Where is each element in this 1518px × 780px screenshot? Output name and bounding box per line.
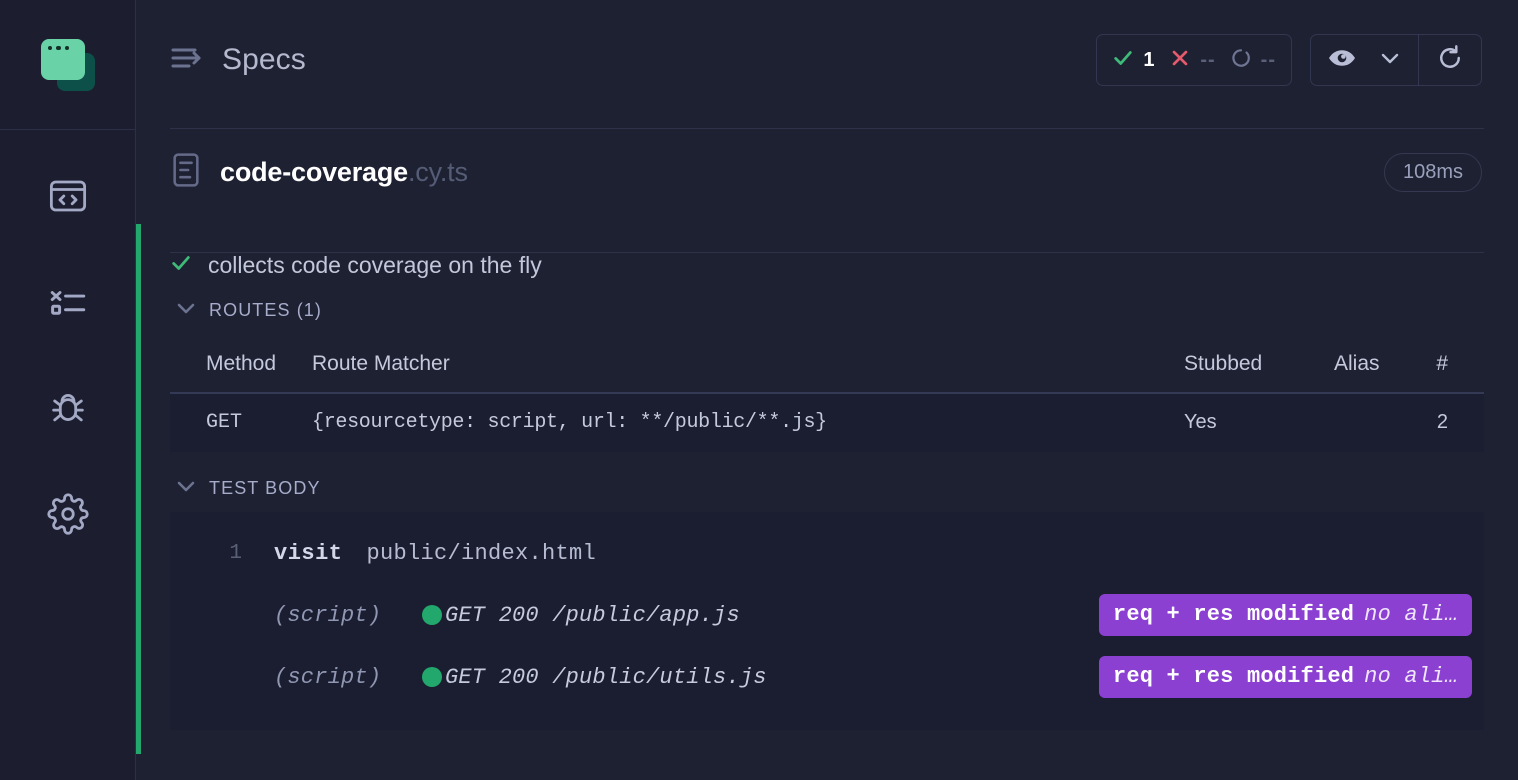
x-icon <box>1169 47 1191 74</box>
column-header-method: Method <box>170 342 312 394</box>
view-dropdown-button[interactable] <box>1370 35 1418 85</box>
table-row[interactable]: GET {resourcetype: script, url: **/publi… <box>170 393 1484 452</box>
specs-browser-icon <box>47 175 89 217</box>
xhr-status-dot-icon <box>422 605 442 625</box>
xhr-row[interactable]: (script) GET 200 /public/app.js req + re… <box>170 584 1484 646</box>
sidebar-item-runs[interactable] <box>40 282 96 322</box>
column-header-count: # <box>1426 342 1484 394</box>
routes-table: Method Route Matcher Stubbed Alias # GET… <box>170 342 1484 452</box>
sidebar <box>0 0 136 780</box>
main-panel: Specs 1 -- -- code-coverage .cy.ts 108ms… <box>136 0 1518 780</box>
rerun-button[interactable] <box>1418 35 1481 85</box>
logo-cell <box>0 0 135 130</box>
xhr-badge-alias: no ali… <box>1364 602 1458 627</box>
test-body-section-label: TEST BODY <box>209 477 321 498</box>
settings-gear-icon <box>46 493 89 535</box>
xhr-request-text: GET 200 /public/utils.js <box>445 664 767 690</box>
chevron-down-icon <box>1378 49 1402 72</box>
check-icon <box>1112 47 1134 74</box>
test-results-icon <box>47 281 89 323</box>
test-body-commands: 1 visit public/index.html (script) GET 2… <box>170 512 1484 730</box>
routes-table-header-row: Method Route Matcher Stubbed Alias # <box>170 342 1484 394</box>
stat-pending: -- <box>1230 47 1276 74</box>
routes-table-wrapper: Method Route Matcher Stubbed Alias # GET… <box>170 342 1484 452</box>
stat-passed-value: 1 <box>1143 48 1155 71</box>
xhr-badge-label: req + res modified <box>1112 602 1355 627</box>
command-argument: public/index.html <box>366 540 597 566</box>
spec-file-header[interactable]: code-coverage .cy.ts 108ms <box>136 120 1518 224</box>
sidebar-item-debug[interactable] <box>40 388 96 428</box>
cypress-logo[interactable] <box>40 38 95 91</box>
cell-route-matcher: {resourcetype: script, url: **/public/**… <box>312 393 1184 452</box>
xhr-interception-badge[interactable]: req + res modified no ali… <box>1098 594 1472 636</box>
top-header-bar: Specs 1 -- -- <box>136 0 1518 120</box>
passed-accent-bar <box>136 224 141 754</box>
stat-failed: -- <box>1169 47 1215 74</box>
test-body-section-toggle[interactable]: TEST BODY <box>170 464 1518 512</box>
test-title-row[interactable]: collects code coverage on the fly <box>170 224 1518 286</box>
spec-file-name: code-coverage <box>220 156 408 187</box>
xhr-badge-alias: no ali… <box>1364 664 1458 689</box>
specs-title-group: Specs <box>170 43 306 77</box>
column-header-stubbed: Stubbed <box>1184 342 1334 394</box>
test-stats-box: 1 -- -- <box>1096 34 1292 86</box>
xhr-request-text: GET 200 /public/app.js <box>445 602 740 628</box>
xhr-resource-type: (script) <box>274 664 382 690</box>
sidebar-nav <box>0 130 135 535</box>
cell-count: 2 <box>1426 393 1484 452</box>
view-controls-group <box>1310 34 1482 86</box>
sidebar-item-specs[interactable] <box>40 176 96 216</box>
cypress-test-runner: Specs 1 -- -- code-coverage .cy.ts 108ms… <box>0 0 1518 780</box>
header-actions: 1 -- -- <box>1096 34 1482 86</box>
command-name: visit <box>274 540 343 566</box>
cell-method: GET <box>170 393 312 452</box>
stat-pending-value: -- <box>1260 48 1276 71</box>
xhr-resource-type: (script) <box>274 602 382 628</box>
chevron-down-icon <box>176 301 196 320</box>
column-header-alias: Alias <box>1334 342 1426 394</box>
spec-duration-badge: 108ms <box>1383 152 1482 192</box>
test-area: collects code coverage on the fly ROUTES… <box>136 224 1518 754</box>
spec-file-extension: .cy.ts <box>407 156 468 187</box>
debug-bug-icon <box>47 387 89 429</box>
spec-file-icon <box>170 151 202 194</box>
collapse-arrow-icon[interactable] <box>170 45 204 76</box>
refresh-icon <box>1436 44 1464 77</box>
eye-icon <box>1327 46 1357 75</box>
column-header-route-matcher: Route Matcher <box>312 342 1184 394</box>
logo-dots <box>47 45 69 50</box>
test-title: collects code coverage on the fly <box>208 251 542 278</box>
routes-section-label: ROUTES (1) <box>209 299 323 320</box>
preview-toggle-button[interactable] <box>1311 35 1370 85</box>
pending-icon <box>1230 47 1252 74</box>
xhr-row[interactable]: (script) GET 200 /public/utils.js req + … <box>170 646 1484 708</box>
cell-alias <box>1334 393 1426 452</box>
routes-section-toggle[interactable]: ROUTES (1) <box>170 286 1518 334</box>
stat-failed-value: -- <box>1200 48 1216 71</box>
command-line-number: 1 <box>229 541 242 565</box>
test-passed-check-icon <box>170 252 192 279</box>
sidebar-item-settings[interactable] <box>40 493 96 535</box>
chevron-down-icon <box>176 479 196 498</box>
xhr-status-dot-icon <box>422 667 442 687</box>
page-title: Specs <box>222 43 306 76</box>
xhr-badge-label: req + res modified <box>1112 664 1355 689</box>
cell-stubbed: Yes <box>1184 393 1334 452</box>
stat-passed: 1 <box>1112 47 1155 74</box>
command-row-visit[interactable]: 1 visit public/index.html <box>170 522 1484 584</box>
xhr-interception-badge[interactable]: req + res modified no ali… <box>1098 656 1472 698</box>
